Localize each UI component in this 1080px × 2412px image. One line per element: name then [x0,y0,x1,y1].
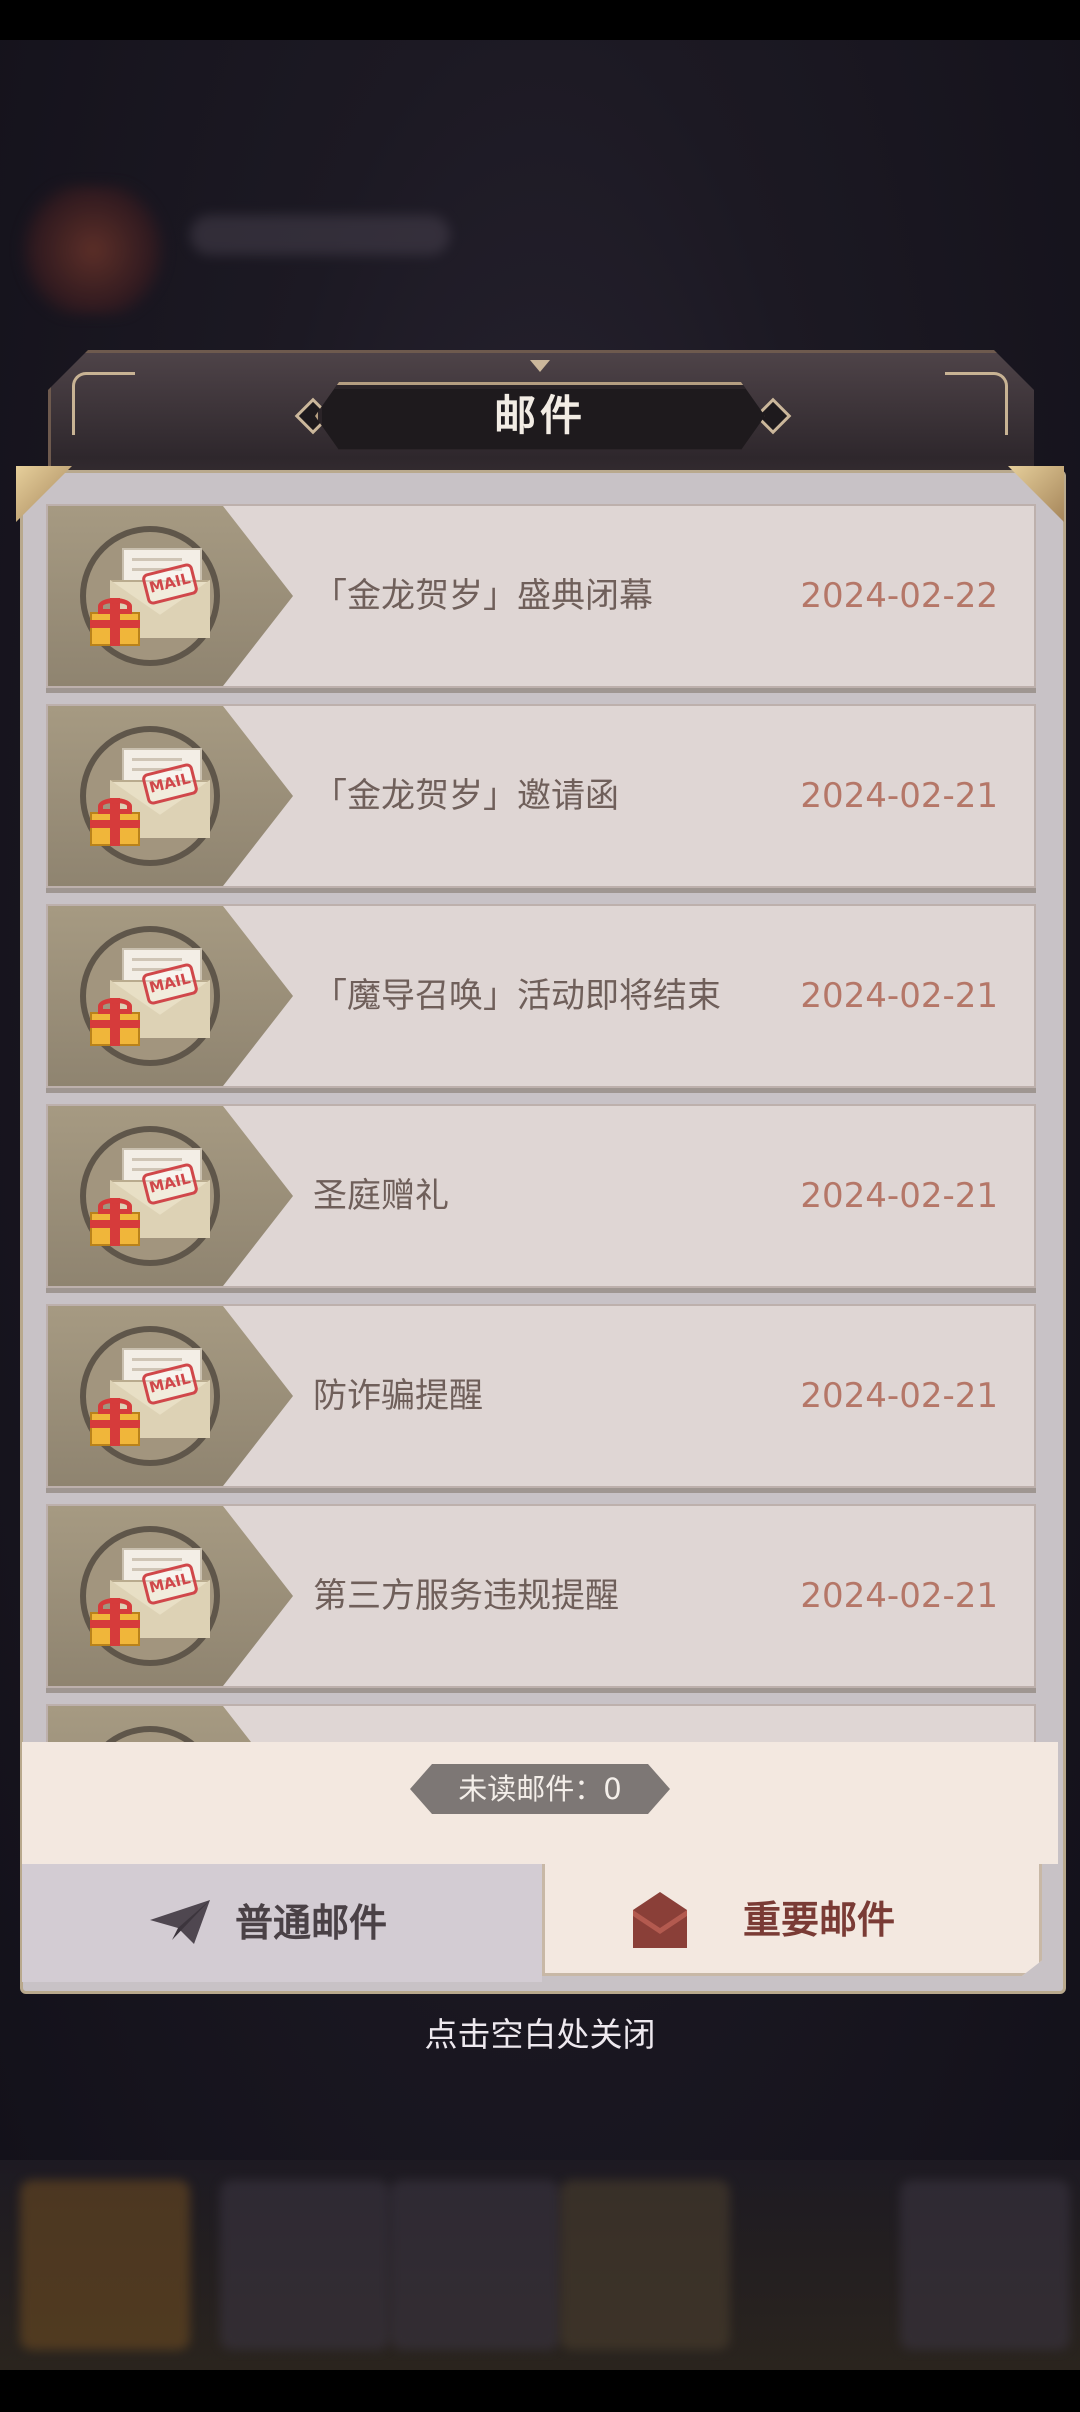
mail-date: 2024-02-21 [800,976,998,1016]
mail-date: 2024-02-21 [800,1176,998,1216]
mail-date: 2024-02-21 [800,776,998,816]
gift-icon [90,598,140,646]
mail-subject: 圣庭赠礼 [313,1176,449,1216]
close-hint: 点击空白处关闭 [424,2015,656,2054]
mail-date: 2024-02-21 [800,1576,998,1616]
header-ornament-left [72,372,135,435]
gift-icon [90,1198,140,1246]
mail-subject: 「金龙贺岁」盛典闭幕 [313,576,653,616]
mail-item[interactable]: MAIL 圣庭赠礼 2024-02-21 [46,1104,1036,1288]
gift-icon [90,1398,140,1446]
tab-important-label: 重要邮件 [743,1898,896,1942]
blurred-player-name [190,215,450,255]
gift-icon [90,998,140,1046]
mail-date: 2024-02-22 [800,576,998,616]
mail-subject: 「金龙贺岁」邀请函 [313,776,619,816]
gift-icon [90,1598,140,1646]
blurred-avatar [18,185,168,315]
blurred-nav-slot [560,2180,730,2350]
envelope-icon [633,1892,687,1948]
blurred-nav-slot [220,2180,390,2350]
mail-subject: 防诈骗提醒 [313,1376,483,1416]
mail-item[interactable]: MAIL 防诈骗提醒 2024-02-21 [46,1304,1036,1488]
mail-list[interactable]: MAIL 「金龙贺岁」盛典闭幕 2024-02-22 MAIL 「金龙贺岁」邀请… [46,504,1036,1744]
tab-normal-mail[interactable]: 普通邮件 [22,1864,542,1982]
tab-normal-label: 普通邮件 [235,1901,388,1945]
mail-date: 2024-02-21 [800,1376,998,1416]
mail-subject: 第三方服务违规提醒 [313,1576,619,1616]
mail-item-partial[interactable] [46,1704,1036,1744]
mail-item[interactable]: MAIL 「金龙贺岁」盛典闭幕 2024-02-22 [46,504,1036,688]
gift-icon [90,798,140,846]
blurred-nav-slot [900,2180,1070,2350]
mail-item[interactable]: MAIL 第三方服务违规提醒 2024-02-21 [46,1504,1036,1688]
paper-plane-icon [150,1900,210,1944]
blurred-nav-slot [20,2180,190,2350]
mail-item[interactable]: MAIL 「魔导召唤」活动即将结束 2024-02-21 [46,904,1036,1088]
navigation-bar [0,2370,1080,2412]
mail-subject: 「魔导召唤」活动即将结束 [313,976,721,1016]
blurred-nav-slot [390,2180,560,2350]
tab-important-mail[interactable]: 重要邮件 [542,1864,1042,1976]
unread-count: 未读邮件：0 [458,1772,622,1806]
dialog-title: 邮件 [493,391,586,440]
mail-item[interactable]: MAIL 「金龙贺岁」邀请函 2024-02-21 [46,704,1036,888]
header-ornament-right [945,372,1008,435]
status-bar [0,0,1080,40]
